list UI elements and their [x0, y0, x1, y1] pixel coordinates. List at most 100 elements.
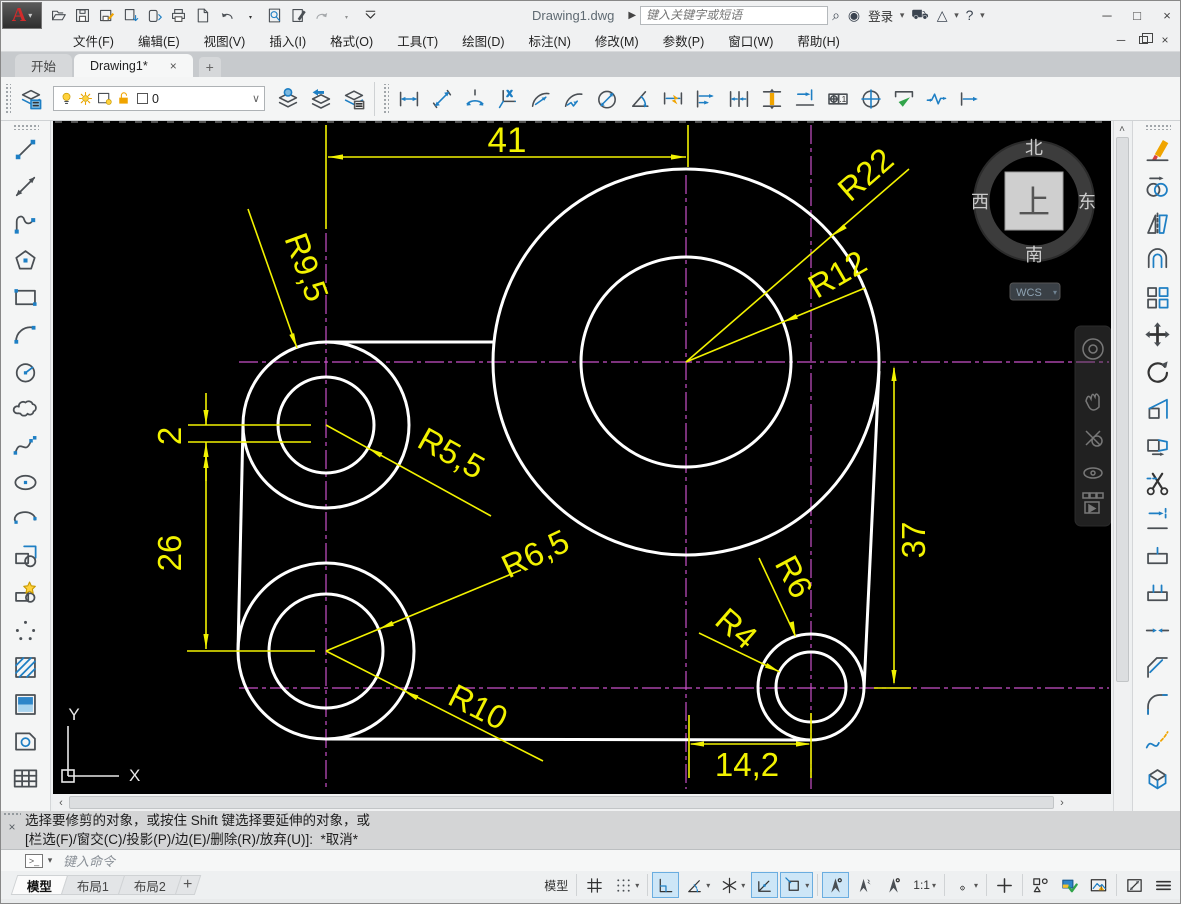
menu-e[interactable]: 编辑(E)	[126, 29, 192, 51]
help-dropdown-icon[interactable]: ▾	[977, 10, 987, 21]
doc-minimize-button[interactable]: ─	[1110, 31, 1132, 49]
draw-polyline-button[interactable]	[7, 205, 45, 242]
fullscreen[interactable]	[1121, 872, 1148, 898]
draw-polygon-button[interactable]	[7, 242, 45, 279]
menu-w[interactable]: 窗口(W)	[716, 29, 785, 51]
signin-dropdown-icon[interactable]: ▾	[897, 10, 907, 21]
customization[interactable]	[1150, 872, 1177, 898]
modify-join-button[interactable]	[1139, 612, 1177, 649]
layer-previous-button[interactable]	[304, 81, 337, 117]
dim-jogged-button[interactable]	[557, 81, 590, 117]
menu-t[interactable]: 工具(T)	[385, 29, 450, 51]
draw-circle-button[interactable]	[7, 353, 45, 390]
qat-markup-button[interactable]	[286, 3, 310, 27]
menu-f[interactable]: 文件(F)	[61, 29, 126, 51]
navigation-bar[interactable]	[1075, 326, 1111, 526]
command-input-row[interactable]: >_ ▾ 键入命令	[1, 849, 1181, 871]
qat-undo-button[interactable]	[214, 3, 238, 27]
recent-commands-icon[interactable]: ▾	[45, 855, 55, 866]
draw-table-button[interactable]	[7, 760, 45, 797]
dimension-toolbar-grip[interactable]	[382, 84, 389, 114]
annotation-scale-value[interactable]: 1:1▾	[909, 872, 940, 898]
menu-m[interactable]: 修改(M)	[583, 29, 651, 51]
draw-insert-block-button[interactable]	[7, 538, 45, 575]
dim-diameter-button[interactable]	[590, 81, 623, 117]
ucs-icon[interactable]: Y X	[62, 705, 140, 785]
annotation-autoscale-toggle[interactable]	[851, 872, 878, 898]
dim-radius-button[interactable]	[524, 81, 557, 117]
tolerance-button[interactable]: .1	[821, 81, 854, 117]
dim-arc-length-button[interactable]	[458, 81, 491, 117]
qat-new-button[interactable]	[190, 3, 214, 27]
draw-rectangle-button[interactable]	[7, 279, 45, 316]
center-mark-button[interactable]	[854, 81, 887, 117]
search-icon[interactable]: ⌕	[832, 7, 840, 24]
modify-extend-button[interactable]	[1139, 501, 1177, 538]
modify-blend-curves-button[interactable]	[1139, 723, 1177, 760]
qat-export-button[interactable]	[118, 3, 142, 27]
dim-baseline-button[interactable]	[689, 81, 722, 117]
search-expand-icon[interactable]: ▶	[628, 10, 636, 21]
close-button[interactable]: ×	[1152, 2, 1181, 28]
polar-toggle[interactable]: ▾	[681, 872, 714, 898]
menu-h[interactable]: 帮助(H)	[785, 29, 851, 51]
layer-dropdown[interactable]: 0 ∨	[53, 86, 265, 111]
workspace-switching[interactable]: ⚙▾	[949, 872, 982, 898]
dim-continue-button[interactable]	[722, 81, 755, 117]
qat-open-button[interactable]	[46, 3, 70, 27]
modify-chamfer-button[interactable]	[1139, 649, 1177, 686]
layer-properties-button[interactable]	[14, 81, 47, 117]
vertical-scrollbar[interactable]: ˄	[1113, 121, 1130, 811]
draw-gradient-button[interactable]	[7, 686, 45, 723]
vertical-scroll-thumb[interactable]	[1116, 137, 1129, 682]
tab-drawing1[interactable]: Drawing1*×	[74, 54, 193, 77]
dim-break-button[interactable]	[788, 81, 821, 117]
tab-start[interactable]: 开始	[15, 54, 72, 77]
command-close-icon[interactable]: ×	[3, 819, 21, 835]
draw-point-button[interactable]	[7, 612, 45, 649]
modify-stretch-button[interactable]	[1139, 427, 1177, 464]
osnap-toggle[interactable]: ▾	[780, 872, 813, 898]
doc-close-button[interactable]: ×	[1154, 31, 1176, 49]
isodraft-toggle[interactable]: ▾	[716, 872, 749, 898]
ortho-toggle[interactable]	[652, 872, 679, 898]
layout-tab-模型[interactable]: 模型	[11, 875, 69, 895]
horizontal-scroll-thumb[interactable]	[69, 796, 1054, 809]
make-object-layer-current-button[interactable]	[271, 81, 304, 117]
layers-toolbar-grip[interactable]	[4, 84, 11, 114]
modify-toolbar-grip[interactable]	[1145, 124, 1171, 130]
qat-preview-button[interactable]	[262, 3, 286, 27]
app-store-cart-icon[interactable]: ⛟	[911, 6, 929, 25]
dim-ordinate-button[interactable]: X	[491, 81, 524, 117]
annotation-scale-value-dropdown-icon[interactable]: ▾	[932, 881, 936, 890]
modify-explode-button[interactable]	[1139, 760, 1177, 797]
application-menu-button[interactable]: A▾	[2, 2, 42, 29]
modify-offset-button[interactable]	[1139, 242, 1177, 279]
qat-undo-menu-button[interactable]: ▾	[238, 3, 262, 27]
dimensions[interactable]	[187, 125, 911, 778]
command-window-grip[interactable]	[3, 812, 21, 817]
isolate-objects[interactable]	[1027, 872, 1054, 898]
modify-erase-button[interactable]	[1139, 131, 1177, 168]
model-space-canvas[interactable]: 41 R22 R12 R9,5 R5,5 2 26 R6,5 R10 R6 R4…	[53, 121, 1111, 794]
dim-jog-line-button[interactable]	[920, 81, 953, 117]
menu-v[interactable]: 视图(V)	[192, 29, 258, 51]
qat-redo-button[interactable]	[310, 3, 334, 27]
draw-line-button[interactable]	[7, 131, 45, 168]
qat-save-button[interactable]	[70, 3, 94, 27]
qat-publish-button[interactable]	[142, 3, 166, 27]
help-icon[interactable]: ?	[966, 7, 974, 23]
dim-aligned-button[interactable]	[425, 81, 458, 117]
modify-scale-button[interactable]	[1139, 390, 1177, 427]
dim-angular-button[interactable]	[623, 81, 656, 117]
layer-states-button[interactable]	[337, 81, 370, 117]
draw-revision-cloud-button[interactable]	[7, 390, 45, 427]
draw-spline-button[interactable]	[7, 427, 45, 464]
help-search-input[interactable]	[640, 6, 828, 25]
qat-print-button[interactable]	[166, 3, 190, 27]
annotation-visibility-toggle[interactable]	[822, 872, 849, 898]
menu-p[interactable]: 参数(P)	[651, 29, 717, 51]
draw-hatch-button[interactable]	[7, 649, 45, 686]
polar-toggle-dropdown-icon[interactable]: ▾	[706, 881, 710, 890]
snap-toggle[interactable]: ▾	[610, 872, 643, 898]
